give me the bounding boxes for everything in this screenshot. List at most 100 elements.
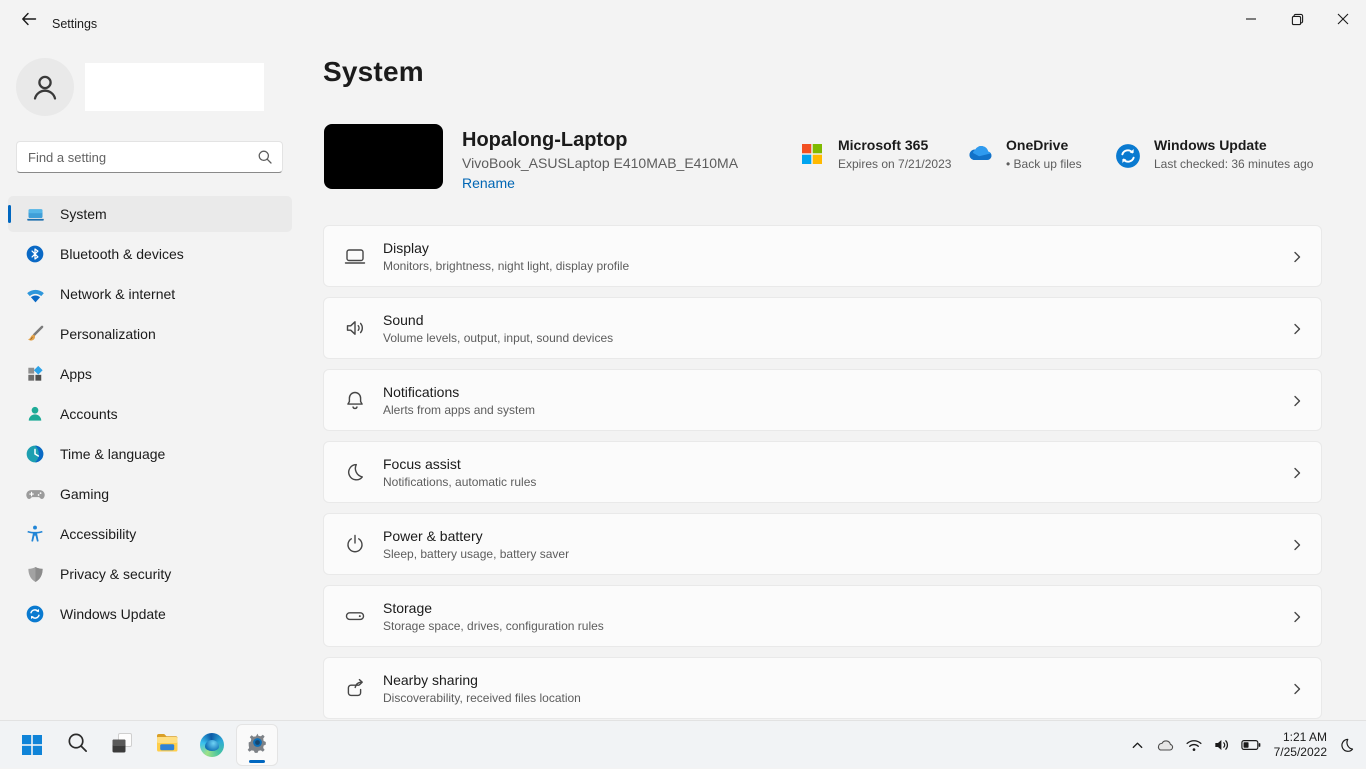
windows-logo-icon — [22, 735, 42, 755]
row-power-battery[interactable]: Power & battery Sleep, battery usage, ba… — [323, 513, 1322, 575]
close-button[interactable] — [1320, 0, 1366, 38]
task-view-button[interactable] — [102, 725, 142, 765]
sidebar-item-bluetooth-devices[interactable]: Bluetooth & devices — [8, 236, 292, 272]
apps-icon — [24, 363, 46, 385]
volume-tray-icon[interactable] — [1208, 737, 1236, 753]
device-thumbnail — [324, 124, 443, 189]
status-card-title: Microsoft 365 — [838, 137, 929, 153]
sidebar-item-privacy-security[interactable]: Privacy & security — [8, 556, 292, 592]
sidebar-item-label: Accessibility — [60, 526, 137, 542]
tray-chevron-up-icon[interactable] — [1125, 738, 1150, 753]
status-card-windows-update[interactable]: Windows Update Last checked: 36 minutes … — [1114, 137, 1313, 171]
row-focus-assist[interactable]: Focus assist Notifications, automatic ru… — [323, 441, 1322, 503]
sidebar-item-label: Accounts — [60, 406, 118, 422]
sidebar-item-system[interactable]: System — [8, 196, 292, 232]
status-card-subtitle: • Back up files — [1006, 157, 1082, 171]
row-title: Focus assist — [383, 455, 461, 472]
status-card-microsoft-365[interactable]: Microsoft 365 Expires on 7/21/2023 — [798, 137, 951, 171]
sidebar-item-network-internet[interactable]: Network & internet — [8, 276, 292, 312]
status-card-subtitle: Last checked: 36 minutes ago — [1154, 157, 1314, 171]
taskbar-search-button[interactable] — [57, 725, 97, 765]
search-input[interactable] — [17, 142, 282, 172]
restore-button[interactable] — [1274, 0, 1320, 38]
status-card-title: Windows Update — [1154, 137, 1267, 153]
bluetooth-icon — [24, 243, 46, 265]
row-sound[interactable]: Sound Volume levels, output, input, soun… — [323, 297, 1322, 359]
sidebar-item-windows-update[interactable]: Windows Update — [8, 596, 292, 632]
wifi-tray-icon[interactable] — [1180, 737, 1208, 753]
share-icon — [343, 676, 367, 700]
chevron-right-icon — [1289, 609, 1305, 630]
sidebar-item-label: Bluetooth & devices — [60, 246, 184, 262]
row-storage[interactable]: Storage Storage space, drives, configura… — [323, 585, 1322, 647]
sidebar-item-accounts[interactable]: Accounts — [8, 396, 292, 432]
taskbar-apps — [12, 725, 277, 765]
sidebar-item-label: Network & internet — [60, 286, 176, 302]
active-app-indicator — [249, 760, 265, 763]
sidebar-item-label: System — [60, 206, 107, 222]
sidebar-item-label: Apps — [60, 366, 92, 382]
status-card-onedrive[interactable]: OneDrive • Back up files — [966, 137, 1082, 171]
row-title: Sound — [383, 311, 424, 328]
update-icon — [24, 603, 46, 625]
display-icon — [343, 244, 367, 268]
edge-button[interactable] — [192, 725, 232, 765]
row-subtitle: Notifications, automatic rules — [383, 474, 537, 489]
sidebar-item-label: Windows Update — [60, 606, 166, 622]
status-card-title: OneDrive — [1006, 137, 1069, 153]
system-tray: 1:21 AM 7/25/2022 — [1125, 721, 1360, 769]
device-header: Hopalong-Laptop VivoBook_ASUSLaptop E410… — [324, 124, 738, 193]
device-name: Hopalong-Laptop — [462, 129, 628, 151]
selected-indicator — [8, 205, 11, 223]
minimize-button[interactable] — [1228, 0, 1274, 38]
edge-icon — [200, 733, 224, 757]
window-controls — [1228, 0, 1366, 38]
file-explorer-button[interactable] — [147, 725, 187, 765]
settings-gear-icon — [245, 730, 270, 760]
battery-tray-icon[interactable] — [1236, 738, 1266, 752]
sidebar-item-label: Personalization — [60, 326, 156, 342]
row-title: Nearby sharing — [383, 671, 478, 688]
start-button[interactable] — [12, 725, 52, 765]
chevron-right-icon — [1289, 321, 1305, 342]
search-icon — [257, 149, 273, 170]
storage-drive-icon — [343, 604, 367, 628]
sidebar-item-label: Privacy & security — [60, 566, 172, 582]
sidebar-item-time-language[interactable]: Time & language — [8, 436, 292, 472]
settings-window: Settings Sy — [0, 0, 1366, 768]
row-title: Display — [383, 239, 429, 256]
shield-icon — [24, 563, 46, 585]
person-icon — [33, 75, 57, 100]
row-display[interactable]: Display Monitors, brightness, night ligh… — [323, 225, 1322, 287]
chevron-right-icon — [1289, 537, 1305, 558]
microsoft-365-icon — [798, 143, 826, 165]
sidebar-item-apps[interactable]: Apps — [8, 356, 292, 392]
clock-time: 1:21 AM — [1282, 730, 1327, 744]
window-title: Settings — [52, 17, 98, 31]
account-block[interactable] — [16, 58, 264, 116]
row-notifications[interactable]: Notifications Alerts from apps and syste… — [323, 369, 1322, 431]
status-card-subtitle: Expires on 7/21/2023 — [838, 157, 952, 171]
sidebar-item-accessibility[interactable]: Accessibility — [8, 516, 292, 552]
paintbrush-icon — [24, 323, 46, 345]
sidebar-item-gaming[interactable]: Gaming — [8, 476, 292, 512]
file-explorer-icon — [154, 730, 180, 761]
sidebar-item-personalization[interactable]: Personalization — [8, 316, 292, 352]
settings-taskbar-button[interactable] — [237, 725, 277, 765]
search-box — [16, 141, 283, 173]
focus-assist-moon-icon[interactable] — [1333, 737, 1360, 754]
gamepad-icon — [24, 483, 46, 505]
system-icon — [24, 203, 46, 225]
row-nearby-sharing[interactable]: Nearby sharing Discoverability, received… — [323, 657, 1322, 719]
accessibility-icon — [24, 523, 46, 545]
bell-icon — [343, 388, 367, 412]
back-button[interactable] — [12, 6, 46, 36]
task-view-icon — [110, 731, 134, 760]
rename-link[interactable]: Rename — [462, 175, 515, 191]
taskbar-clock[interactable]: 1:21 AM 7/25/2022 — [1274, 730, 1327, 760]
accounts-icon — [24, 403, 46, 425]
chevron-right-icon — [1289, 249, 1305, 270]
settings-list: Display Monitors, brightness, night ligh… — [323, 225, 1322, 729]
sidebar-nav: System Bluetooth & devices Network & int… — [8, 196, 292, 636]
onedrive-tray-icon[interactable] — [1150, 737, 1180, 753]
